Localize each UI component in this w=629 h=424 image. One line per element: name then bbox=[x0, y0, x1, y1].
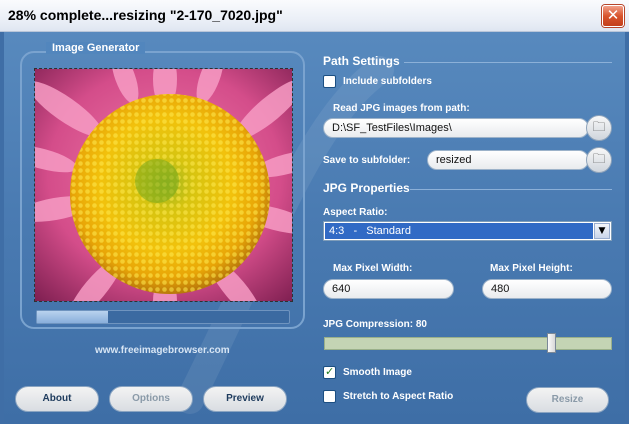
preview-image bbox=[34, 68, 293, 302]
browse-read-path-button[interactable]: 🗀 bbox=[586, 115, 612, 141]
stretch-aspect-label: Stretch to Aspect Ratio bbox=[343, 391, 454, 402]
window-frame-left bbox=[0, 32, 4, 424]
aspect-ratio-label: Aspect Ratio: bbox=[323, 207, 388, 218]
aspect-ratio-select[interactable]: 4:3 - Standard ▼ bbox=[323, 221, 612, 241]
website-link[interactable]: www.freeimagebrowser.com bbox=[95, 345, 230, 356]
save-subfolder-label: Save to subfolder: bbox=[323, 155, 411, 166]
window-title: 28% complete...resizing "2-170_7020.jpg" bbox=[8, 7, 283, 23]
about-button[interactable]: About bbox=[15, 386, 99, 412]
resize-button[interactable]: Resize bbox=[526, 387, 609, 413]
max-height-input[interactable]: 480 bbox=[482, 279, 612, 299]
close-icon: ✕ bbox=[606, 6, 620, 24]
window-frame-right bbox=[625, 32, 629, 424]
compression-slider-handle[interactable] bbox=[547, 333, 556, 353]
browse-save-subfolder-button[interactable]: 🗀 bbox=[586, 147, 612, 173]
path-settings-divider bbox=[404, 62, 612, 63]
save-subfolder-input[interactable]: resized bbox=[427, 150, 589, 170]
max-height-label: Max Pixel Height: bbox=[490, 263, 573, 274]
jpg-properties-heading: JPG Properties bbox=[323, 181, 410, 195]
path-settings-heading: Path Settings bbox=[323, 54, 400, 68]
compression-slider[interactable] bbox=[324, 337, 612, 350]
compression-value: 80 bbox=[415, 319, 427, 330]
preview-button[interactable]: Preview bbox=[203, 386, 287, 412]
chevron-down-icon[interactable]: ▼ bbox=[594, 223, 610, 239]
compression-label: JPG Compression: 80 bbox=[323, 319, 427, 330]
options-button[interactable]: Options bbox=[109, 386, 193, 412]
checkmark-icon: ✓ bbox=[325, 365, 335, 378]
include-subfolders-label: Include subfolders bbox=[343, 76, 432, 87]
smooth-image-checkbox[interactable]: ✓ bbox=[323, 365, 336, 379]
resize-progress-bar bbox=[36, 310, 290, 324]
jpg-properties-divider bbox=[410, 189, 612, 190]
aspect-ratio-value: 4:3 - Standard bbox=[325, 223, 593, 239]
include-subfolders-checkbox[interactable] bbox=[323, 75, 336, 88]
folder-icon: 🗀 bbox=[592, 120, 606, 135]
close-button[interactable]: ✕ bbox=[602, 5, 624, 27]
stretch-aspect-checkbox[interactable] bbox=[323, 390, 336, 403]
max-width-label: Max Pixel Width: bbox=[333, 263, 413, 274]
progress-fill bbox=[37, 311, 108, 323]
max-width-input[interactable]: 640 bbox=[323, 279, 454, 299]
image-generator-label: Image Generator bbox=[46, 42, 146, 54]
folder-icon: 🗀 bbox=[592, 152, 606, 167]
read-path-label: Read JPG images from path: bbox=[333, 103, 470, 114]
read-path-input[interactable]: D:\SF_TestFiles\Images\ bbox=[323, 118, 589, 138]
smooth-image-label: Smooth Image bbox=[343, 367, 412, 378]
